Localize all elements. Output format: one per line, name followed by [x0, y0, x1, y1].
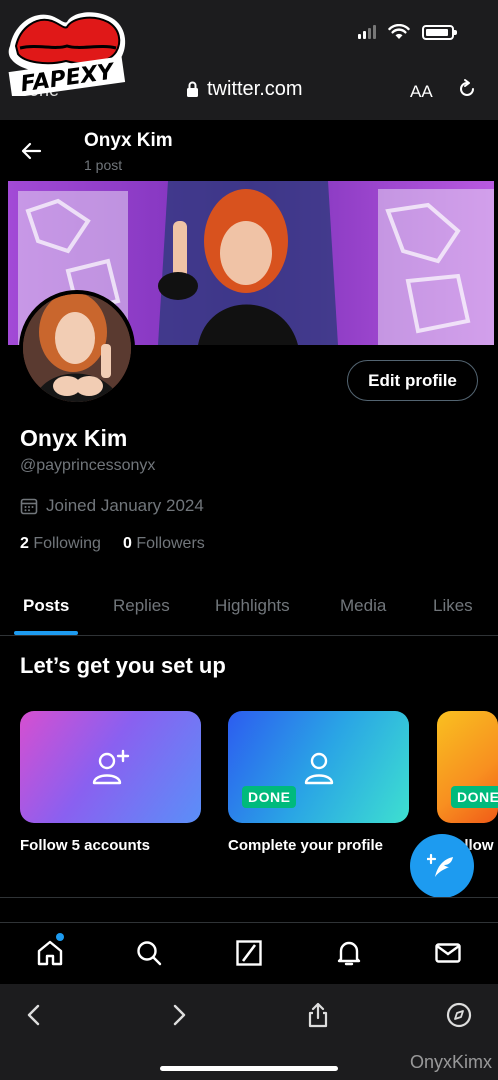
- reload-icon[interactable]: [456, 78, 478, 100]
- setup-card-follow[interactable]: [20, 711, 201, 823]
- header-post-count: 1 post: [84, 157, 123, 173]
- following-label: Following: [33, 535, 101, 552]
- notifications-icon[interactable]: [335, 939, 363, 967]
- lock-icon: [187, 81, 198, 97]
- tab-media[interactable]: Media: [340, 596, 386, 616]
- done-badge: DONE: [242, 786, 297, 808]
- messages-icon[interactable]: [434, 939, 462, 967]
- compose-post-button[interactable]: [410, 834, 474, 898]
- setup-card-follow-3[interactable]: DONE: [437, 711, 498, 823]
- tab-highlights[interactable]: Highlights: [215, 596, 290, 616]
- home-indicator: [160, 1066, 338, 1071]
- setup-title: Let’s get you set up: [20, 653, 226, 678]
- avatar[interactable]: [19, 290, 135, 406]
- avatar-image: [23, 294, 131, 402]
- setup-card-label: Complete your profile: [228, 837, 384, 854]
- followers-link[interactable]: 0 Followers: [123, 535, 205, 553]
- section-divider: [0, 897, 498, 898]
- url-text: twitter.com: [207, 78, 303, 100]
- follow-stats: 2 Following 0 Followers: [20, 535, 205, 553]
- search-icon[interactable]: [135, 939, 163, 967]
- edit-profile-button[interactable]: Edit profile: [347, 360, 478, 401]
- tab-posts[interactable]: Posts: [23, 596, 69, 616]
- following-link[interactable]: 2 Following: [20, 535, 101, 553]
- user-handle: @payprincessonyx: [20, 457, 156, 474]
- back-icon[interactable]: [22, 1002, 48, 1028]
- add-user-icon: [92, 749, 129, 785]
- setup-card-profile[interactable]: DONE: [228, 711, 409, 823]
- done-badge: DONE: [451, 786, 498, 808]
- header-name: Onyx Kim: [84, 130, 173, 151]
- calendar-icon: [20, 498, 38, 515]
- battery-icon: [422, 24, 457, 40]
- profile-header: Onyx Kim 1 post: [0, 120, 498, 180]
- profile-tabs: Posts Replies Highlights Media Likes: [0, 576, 498, 636]
- setup-card-label: Follow 5 accounts: [20, 837, 151, 854]
- user-icon: [304, 752, 333, 785]
- tab-replies[interactable]: Replies: [113, 596, 170, 616]
- grok-icon[interactable]: [235, 939, 263, 967]
- tab-likes[interactable]: Likes: [433, 596, 473, 616]
- followers-count: 0: [122, 535, 132, 552]
- share-icon[interactable]: [305, 1002, 331, 1028]
- forward-icon[interactable]: [165, 1002, 191, 1028]
- address-bar[interactable]: twitter.com: [186, 78, 303, 101]
- notification-dot: [56, 933, 64, 941]
- watermark: OnyxKimx: [409, 1052, 492, 1072]
- back-arrow-icon[interactable]: [20, 140, 42, 162]
- followers-label: Followers: [136, 535, 205, 552]
- active-tab-indicator: [14, 631, 78, 635]
- joined-date: Joined January 2024: [20, 496, 204, 516]
- display-name: Onyx Kim: [20, 425, 128, 451]
- compass-icon[interactable]: [446, 1002, 472, 1028]
- joined-text: Joined January 2024: [46, 496, 204, 515]
- bottom-navigation: [0, 922, 498, 984]
- text-size-button[interactable]: AA: [410, 82, 433, 102]
- home-icon[interactable]: [36, 939, 64, 967]
- fapexy-logo: FAPEXY: [8, 12, 126, 96]
- status-bar: [358, 24, 457, 40]
- following-count: 2: [20, 535, 29, 552]
- compose-feather-icon: [427, 853, 453, 877]
- wifi-icon: [388, 24, 410, 39]
- cellular-signal-icon: [358, 25, 376, 39]
